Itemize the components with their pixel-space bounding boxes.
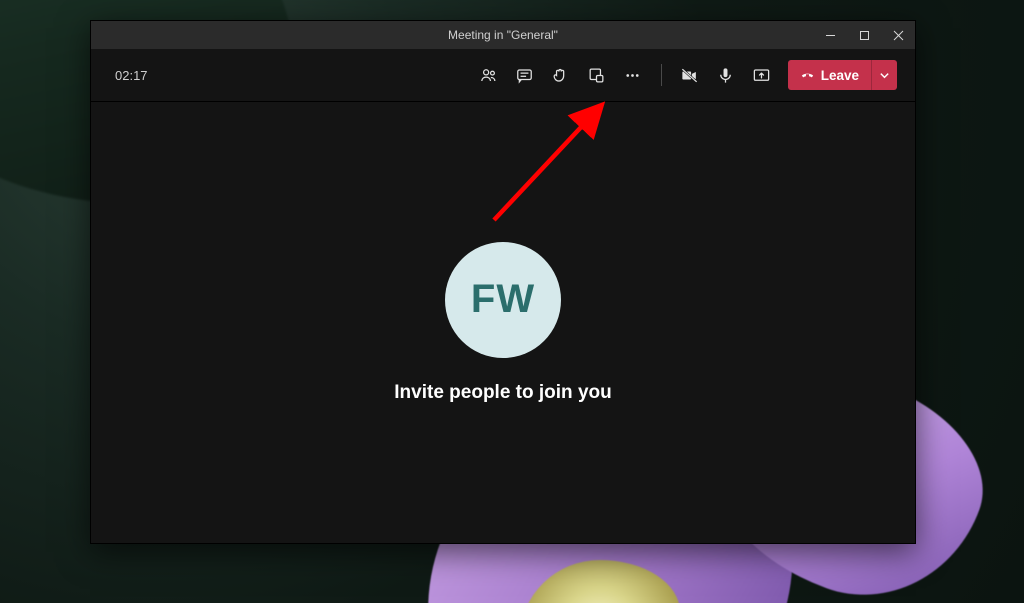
meeting-stage: FW Invite people to join you: [91, 102, 915, 543]
microphone-icon: [716, 66, 735, 85]
invite-prompt: Invite people to join you: [394, 382, 611, 404]
window-controls: [813, 21, 915, 49]
share-button[interactable]: [746, 59, 778, 91]
close-icon: [893, 30, 904, 41]
minimize-button[interactable]: [813, 21, 847, 49]
meeting-window: Meeting in "General" 02:17: [90, 20, 916, 544]
more-actions-button[interactable]: [617, 59, 649, 91]
window-title: Meeting in "General": [448, 28, 558, 42]
microphone-toggle-button[interactable]: [710, 59, 742, 91]
hangup-icon: [800, 68, 815, 83]
people-icon: [479, 66, 498, 85]
maximize-icon: [859, 30, 870, 41]
leave-options-button[interactable]: [871, 60, 897, 90]
chat-icon: [515, 66, 534, 85]
call-timer: 02:17: [115, 68, 148, 83]
participant-avatar: FW: [445, 242, 561, 358]
raise-hand-icon: [551, 66, 570, 85]
titlebar: Meeting in "General": [91, 21, 915, 49]
more-actions-icon: [623, 66, 642, 85]
maximize-button[interactable]: [847, 21, 881, 49]
leave-button-label: Leave: [821, 68, 859, 83]
camera-off-icon: [680, 66, 699, 85]
breakout-rooms-icon: [587, 66, 606, 85]
camera-toggle-button[interactable]: [674, 59, 706, 91]
participants-button[interactable]: [473, 59, 505, 91]
minimize-icon: [825, 30, 836, 41]
chat-button[interactable]: [509, 59, 541, 91]
meeting-toolbar: 02:17: [91, 49, 915, 101]
share-screen-icon: [752, 66, 771, 85]
chevron-down-icon: [879, 70, 890, 81]
avatar-initials: FW: [471, 277, 535, 322]
raise-hand-button[interactable]: [545, 59, 577, 91]
close-button[interactable]: [881, 21, 915, 49]
toolbar-wrap: 02:17: [91, 49, 915, 102]
toolbar-divider: [661, 64, 662, 86]
leave-group: Leave: [788, 60, 897, 90]
leave-button[interactable]: Leave: [788, 60, 871, 90]
breakout-rooms-button[interactable]: [581, 59, 613, 91]
